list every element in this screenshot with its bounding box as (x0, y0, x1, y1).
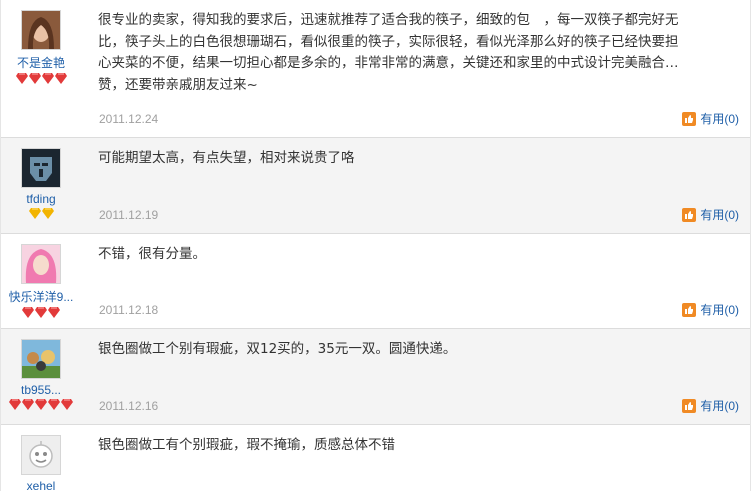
robot-mask-avatar[interactable] (21, 148, 61, 188)
rank-badges (1, 307, 81, 319)
review-date: 2011.12.19 (99, 208, 159, 222)
review-item: tfding 可能期望太高，有点失望，相对来说贵了咯 2011.12.19 有用… (1, 137, 750, 233)
reviewer-name[interactable]: 快乐洋洋9... (1, 288, 81, 305)
review-text: 银色圈做工有个别瑕疵，瑕不掩瑜，质感总体不错 (98, 437, 395, 453)
helpful-button[interactable]: 有用(0) (682, 301, 739, 318)
rank-badges (1, 73, 81, 85)
review-item: xehel 银色圈做工有个别瑕疵，瑕不掩瑜，质感总体不错 (1, 424, 750, 491)
red-diamond-icon (22, 399, 34, 410)
red-diamond-icon (28, 73, 41, 84)
pink-hair-avatar[interactable] (21, 244, 61, 284)
review-item: 不是金艳 很专业的卖家，得知我的要求后，迅速就推荐了适合我的筷子，细致的包 ，每… (1, 0, 750, 137)
reviewer-info: tfding (1, 148, 81, 220)
review-date: 2011.12.16 (99, 399, 159, 413)
red-diamond-icon (48, 399, 60, 410)
helpful-label: 有用(0) (700, 208, 739, 222)
red-diamond-icon (22, 307, 34, 318)
review-text: 银色圈做工个别有瑕疵，双12买的，35元一双。圆通快递。 (98, 341, 457, 357)
thumbs-up-icon (682, 302, 697, 317)
red-diamond-icon (15, 73, 28, 84)
red-diamond-icon (9, 399, 21, 410)
red-diamond-icon (35, 399, 47, 410)
rank-badges (1, 399, 81, 411)
review-date: 2011.12.24 (99, 112, 159, 126)
review-list: 不是金艳 很专业的卖家，得知我的要求后，迅速就推荐了适合我的筷子，细致的包 ，每… (0, 0, 751, 491)
rank-badges (1, 208, 81, 220)
helpful-button[interactable]: 有用(0) (682, 110, 739, 127)
review-item: tb955... 银色圈做工个别有瑕疵，双12买的，35元一双。圆通快递。 20… (1, 328, 750, 424)
red-diamond-icon (41, 73, 54, 84)
reviewer-info: 不是金艳 (1, 10, 81, 85)
helpful-label: 有用(0) (700, 303, 739, 317)
red-diamond-icon (35, 307, 47, 318)
thumbs-up-icon (682, 111, 697, 126)
review-date: 2011.12.18 (99, 303, 159, 317)
reviewer-info: xehel (1, 435, 81, 491)
red-diamond-icon (61, 399, 73, 410)
reviewer-name[interactable]: tfding (1, 192, 81, 206)
red-diamond-icon (54, 73, 67, 84)
reviewer-info: 快乐洋洋9... (1, 244, 81, 319)
red-diamond-icon (48, 307, 60, 318)
reviewer-name[interactable]: tb955... (1, 383, 81, 397)
default-user-avatar[interactable] (21, 435, 61, 475)
yellow-diamond-icon (28, 208, 41, 219)
review-text: 不错，很有分量。 (98, 246, 206, 262)
review-text: 很专业的卖家，得知我的要求后，迅速就推荐了适合我的筷子，细致的包 ，每一双筷子都… (98, 12, 679, 93)
reviewer-info: tb955... (1, 339, 81, 411)
review-item: 快乐洋洋9... 不错，很有分量。 2011.12.18 有用(0) (1, 233, 750, 328)
thumbs-up-icon (682, 207, 697, 222)
review-text: 可能期望太高，有点失望，相对来说贵了咯 (98, 150, 355, 166)
thumbs-up-icon (682, 398, 697, 413)
helpful-label: 有用(0) (700, 399, 739, 413)
helpful-label: 有用(0) (700, 112, 739, 126)
helpful-button[interactable]: 有用(0) (682, 206, 739, 223)
reviewer-name[interactable]: xehel (1, 479, 81, 491)
helpful-button[interactable]: 有用(0) (682, 397, 739, 414)
portrait-woman-avatar[interactable] (21, 10, 61, 50)
yellow-diamond-icon (41, 208, 54, 219)
cartoon-group-avatar[interactable] (21, 339, 61, 379)
reviewer-name[interactable]: 不是金艳 (1, 54, 81, 71)
